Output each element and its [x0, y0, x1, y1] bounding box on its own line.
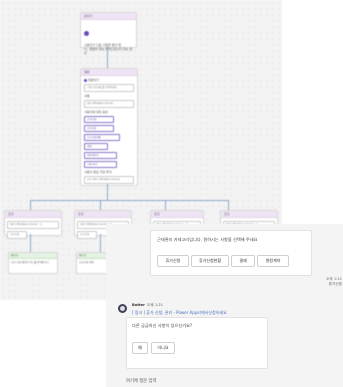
connector-line — [228, 200, 229, 210]
options-list: 휴가신청휴직신청휴가신청현황결재병원계약서근태 관리 — [84, 116, 134, 168]
choice-button-leave-request[interactable]: 휴가신청 — [157, 255, 189, 267]
message-node-text: 휴가 신청 페이지 링크를 안내합니다 — [11, 261, 49, 264]
connector-line — [107, 184, 108, 200]
bot-time: 오후 1:21 — [147, 303, 163, 307]
trigger-node[interactable]: 트리거 사용자가 다음 구문을 말할 때 다.. 방법이 있는 알려드립니다 있… — [80, 12, 137, 55]
connector-line — [30, 200, 31, 210]
condition-field[interactable]: 휴가신청 — [77, 231, 97, 239]
question-node[interactable]: 질문 질문하기 근태 신청 메뉴를 선택하세요 식별 옵션 (Multiple … — [80, 68, 138, 186]
user-message-text: 휴가신청 — [328, 282, 342, 286]
message-node[interactable]: 메시지 휴가 신청 페이지 링크를 안내합니다 — [8, 252, 58, 274]
connector-line — [100, 234, 101, 252]
trigger-text-2: 다.. 방법이 있는 알려드립니다 있는 양지 — [84, 47, 133, 55]
bot-avatar — [118, 304, 127, 313]
bot-link[interactable]: [ 링크 ] 휴가 신청, 관리 - Power Apps(에서신청하세요 — [132, 310, 227, 316]
option-pill[interactable]: 휴가신청 — [84, 116, 114, 123]
bot-choice-card: 근태관리 카테고리입니다. 원하시는 사항을 선택해 주세요 휴가신청 휴가신청… — [150, 230, 312, 276]
chat-input[interactable]: 여기에 질문 입력 — [126, 378, 156, 384]
branch-connector — [30, 200, 228, 201]
option-pill[interactable]: 결재 — [84, 143, 108, 150]
bot-prompt-text: 근태관리 카테고리입니다. 원하시는 사항을 선택해 주세요 — [157, 237, 258, 242]
identify-select[interactable]: 옵션 (Multiple choice) — [84, 100, 134, 108]
chat-panel: 근태관리 카테고리입니다. 원하시는 사항을 선택해 주세요 휴가신청 휴가신청… — [106, 224, 343, 387]
option-pill[interactable]: 근태 관리 — [84, 161, 117, 168]
choice-button-leave-status[interactable]: 휴가신청현황 — [191, 255, 229, 267]
trigger-icon — [84, 31, 89, 36]
bot-name: Botter — [132, 303, 145, 307]
condition-title: 조건 — [151, 211, 203, 218]
trigger-node-title: 트리거 — [81, 13, 136, 20]
condition-field[interactable]: 휴가신청 — [7, 231, 27, 239]
question-node-title: 질문 — [81, 69, 137, 76]
connector-line — [30, 234, 31, 252]
connector-line — [100, 200, 101, 210]
save-response-field[interactable]: {x} Var1 (Multiple choice) — [84, 176, 134, 184]
bot-meta: Botter 오후 1:21 — [132, 303, 163, 308]
choice-button-approval[interactable]: 결재 — [231, 255, 255, 267]
condition-title: 조건 — [221, 211, 277, 218]
user-message: 오후 1:21 휴가신청 — [326, 277, 342, 287]
identify-label: 식별 — [84, 94, 90, 98]
connector-line — [165, 200, 166, 210]
condition-title: 조건 — [75, 211, 131, 218]
options-label: 사용자에 대한 옵션 — [84, 110, 108, 114]
no-button[interactable]: 아니요 — [151, 342, 175, 354]
condition-node[interactable]: 조건 Var1 (Multiple choice) · 다 휴가신청 — [4, 210, 62, 239]
question-text-field[interactable]: 근태 신청 메뉴를 선택하세요 — [84, 84, 134, 92]
option-pill[interactable]: 휴가신청현황 — [84, 134, 120, 141]
question-icon — [84, 78, 87, 82]
option-pill[interactable]: 병원계약서 — [84, 152, 117, 159]
followup-card: 다른 궁금하신 사항이 있으신가요? 예 아니요 — [126, 317, 268, 369]
condition-value[interactable]: Var1 (Multiple choice) · 다 — [7, 221, 59, 229]
save-response-label: 사용자 응답 저장 위치 — [84, 170, 112, 174]
followup-question: 다른 궁금하신 사항이 있으신가요? — [132, 323, 193, 328]
option-pill[interactable]: 휴직신청 — [84, 125, 114, 132]
connector-line — [107, 46, 108, 68]
choice-button-contract[interactable]: 병원계약 — [257, 255, 289, 267]
question-label: 질문하기 — [84, 78, 134, 82]
condition-title: 조건 — [5, 211, 61, 218]
yes-button[interactable]: 예 — [132, 342, 148, 354]
